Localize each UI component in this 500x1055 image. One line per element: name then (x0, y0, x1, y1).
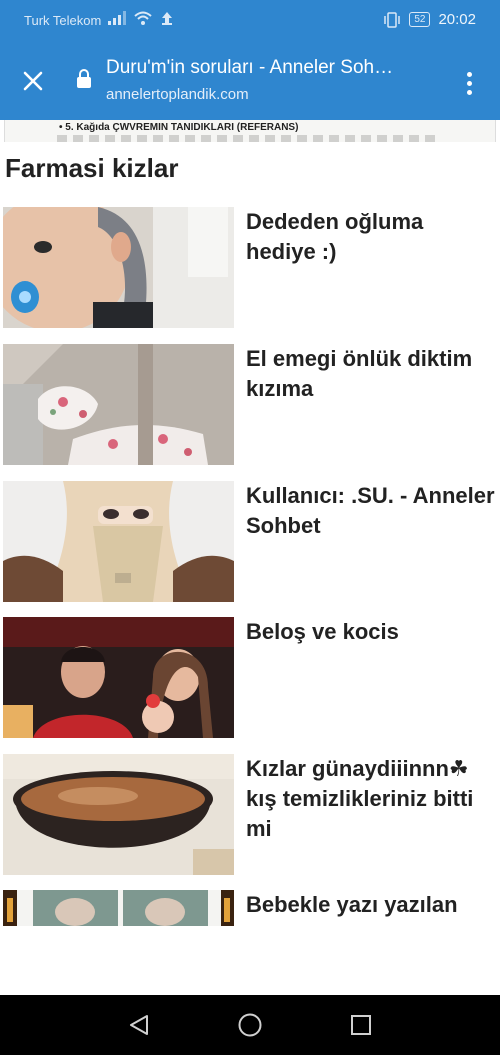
lock-icon (77, 69, 91, 88)
article-thumbnail[interactable] (3, 344, 234, 465)
more-vertical-dot (466, 89, 472, 95)
recents-button[interactable] (344, 1009, 378, 1041)
blank-area (0, 926, 500, 995)
status-right-icons: 52 20:02 (383, 11, 476, 28)
article-item[interactable]: Bebekle yazı yazılan (0, 890, 500, 926)
article-thumbnail[interactable] (3, 207, 234, 328)
article-thumbnail[interactable] (3, 754, 234, 875)
document-strip-lines (57, 135, 437, 142)
wifi-icon (134, 11, 152, 25)
document-image-strip: • 5. Kağıda ÇWVREMIN TANIDIKLARI (REFERA… (4, 120, 496, 142)
more-vertical-icon (466, 71, 472, 77)
article-item[interactable]: Beloş ve kocis (0, 617, 500, 741)
carrier-label: Turk Telekom (24, 13, 102, 28)
article-thumbnail[interactable] (3, 890, 234, 926)
article-item[interactable]: Kızlar günaydiiinnn☘ kış temizlikleriniz… (0, 754, 500, 878)
vibrate-icon (384, 11, 401, 28)
home-circle-icon (238, 1013, 262, 1037)
close-icon (23, 71, 43, 91)
article-title[interactable]: Kızlar günaydiiinnn☘ kış temizlikleriniz… (246, 754, 496, 844)
article-thumbnail[interactable] (3, 481, 234, 602)
article-item[interactable]: Kullanıcı: .SU. - Anneler Sohbet (0, 481, 500, 605)
article-title[interactable]: Bebekle yazı yazılan (246, 890, 496, 920)
back-triangle-icon (130, 1015, 148, 1035)
home-button[interactable] (233, 1009, 267, 1041)
section-title: Farmasi kizlar (5, 153, 179, 183)
article-title[interactable]: Kullanıcı: .SU. - Anneler Sohbet (246, 481, 496, 541)
upload-icon (162, 12, 172, 25)
back-button[interactable] (122, 1009, 156, 1041)
custom-tab-toolbar: Duru'm'in soruları - Anneler Soh… annele… (0, 42, 500, 120)
status-bar: Turk Telekom 52 20:02 (0, 0, 500, 42)
article-title[interactable]: El emegi önlük diktim kızıma (246, 344, 496, 404)
more-menu-button[interactable] (454, 64, 484, 102)
article-item[interactable]: Dededen oğluma hediye :) (0, 207, 500, 331)
battery-icon: 52 (409, 12, 431, 27)
page-content[interactable]: • 5. Kağıda ÇWVREMIN TANIDIKLARI (REFERA… (0, 120, 500, 926)
close-button[interactable] (14, 62, 52, 100)
status-left-icons (108, 11, 174, 25)
more-vertical-dot (466, 80, 472, 86)
article-title[interactable]: Beloş ve kocis (246, 617, 496, 647)
clock: 20:02 (438, 11, 476, 28)
page-title[interactable]: Duru'm'in soruları - Anneler Soh… (106, 57, 436, 79)
recents-square-icon (351, 1015, 371, 1035)
document-strip-text: • 5. Kağıda ÇWVREMIN TANIDIKLARI (REFERA… (59, 122, 299, 133)
page-url[interactable]: annelertoplandik.com (106, 86, 249, 103)
signal-icon (108, 11, 126, 25)
system-navigation-bar (0, 995, 500, 1055)
article-item[interactable]: El emegi önlük diktim kızıma (0, 344, 500, 468)
article-thumbnail[interactable] (3, 617, 234, 738)
article-title[interactable]: Dededen oğluma hediye :) (246, 207, 496, 267)
